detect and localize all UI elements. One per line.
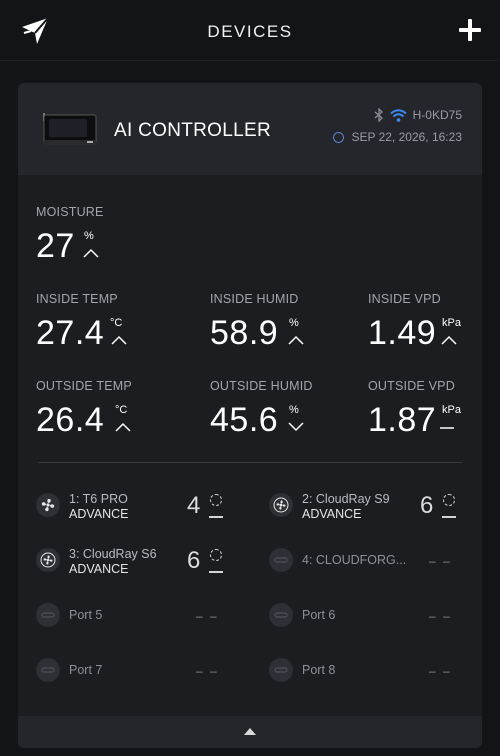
add-device-button[interactable] [459,19,481,41]
divider [38,462,462,463]
caret-up-icon [244,728,256,735]
moisture-value: 27 [36,227,75,265]
inside-temp-label: INSIDE TEMP [36,292,118,306]
trend-up-icon [111,335,127,345]
port-level: 4 [187,492,201,519]
inside-temp-unit: °C [110,317,123,329]
plug-icon [269,658,293,682]
page-title: DEVICES [207,22,293,41]
port-mode: ADVANCE [69,562,129,576]
device-name: AI CONTROLLER [114,120,271,141]
device-card-header[interactable]: AI CONTROLLER H-0KD75 SEP 22, 2026, 16:2… [18,83,482,175]
trend-up-icon [441,335,457,345]
port-6[interactable]: Port 6 – – [269,599,459,633]
outside-temp-unit: °C [115,404,128,416]
plug-icon [36,658,60,682]
port-name: 2: CloudRay S9 [302,492,390,506]
port-8[interactable]: Port 8 – – [269,654,459,688]
trend-up-icon [115,422,131,432]
port-empty-value: – – [429,664,452,678]
inside-humid-unit: % [289,317,299,329]
outside-vpd-label: OUTSIDE VPD [368,379,455,393]
port-mode: ADVANCE [302,507,362,521]
trend-up-icon [83,248,99,258]
inside-humid-label: INSIDE HUMID [210,292,299,306]
outside-temp-label: OUTSIDE TEMP [36,379,132,393]
port-2[interactable]: 2: CloudRay S9 ADVANCE 6 [269,489,459,523]
inside-humid-metric[interactable]: INSIDE HUMID 58.9 % [210,292,304,352]
port-7[interactable]: Port 7 – – [36,654,226,688]
status-ring-icon [333,131,345,143]
outside-humid-metric[interactable]: OUTSIDE HUMID 45.6 % [210,379,313,439]
level-underline [442,516,456,518]
trend-down-icon [288,422,304,432]
inside-vpd-metric[interactable]: INSIDE VPD 1.49 kPa [368,292,461,352]
inside-humid-value: 58.9 [210,314,279,352]
wifi-icon [389,108,407,122]
mode-indicator-icon [210,549,222,561]
port-name: Port 7 [69,663,103,677]
mode-indicator-icon [210,494,222,506]
port-level: 6 [187,547,201,574]
inside-temp-metric[interactable]: INSIDE TEMP 27.4 °C [36,292,127,352]
plug-icon [269,603,293,627]
outside-vpd-value: 1.87 [368,401,437,439]
moisture-unit: % [84,230,94,242]
fan-icon [36,493,60,517]
port-4[interactable]: 4: CLOUDFORG... – – [269,544,459,578]
plug-icon [36,603,60,627]
port-level: 6 [420,492,434,519]
port-name: 3: CloudRay S6 [69,547,157,561]
level-underline [209,516,223,518]
outside-temp-value: 26.4 [36,401,105,439]
trend-up-icon [288,335,304,345]
device-card[interactable]: AI CONTROLLER H-0KD75 SEP 22, 2026, 16:2… [18,83,482,748]
moisture-label: MOISTURE [36,205,104,219]
inside-vpd-value: 1.49 [368,314,437,352]
last-update: SEP 22, 2026, 16:23 [333,130,462,144]
port-name: 4: CLOUDFORG... [302,553,407,567]
port-empty-value: – – [429,609,452,623]
app-header: DEVICES [0,0,500,61]
outside-humid-label: OUTSIDE HUMID [210,379,313,393]
port-mode: ADVANCE [69,507,129,521]
outside-temp-metric[interactable]: OUTSIDE TEMP 26.4 °C [36,379,132,439]
port-1[interactable]: 1: T6 PRO ADVANCE 4 [36,489,226,523]
port-empty-value: – – [196,609,219,623]
outside-vpd-unit: kPa [442,404,461,416]
inside-vpd-label: INSIDE VPD [368,292,441,306]
inside-vpd-unit: kPa [442,317,461,329]
port-name: 1: T6 PRO [69,492,128,506]
fan-icon [36,548,60,572]
inside-temp-value: 27.4 [36,314,105,352]
outside-humid-value: 45.6 [210,401,279,439]
moisture-metric[interactable]: MOISTURE 27 % [36,205,104,265]
outside-vpd-metric[interactable]: OUTSIDE VPD 1.87 kPa [368,379,461,439]
controller-device-image [43,113,97,145]
outside-humid-unit: % [289,404,299,416]
connection-status: H-0KD75 [374,108,462,122]
collapse-button[interactable] [18,716,482,748]
port-name: Port 6 [302,608,336,622]
device-id: H-0KD75 [412,108,462,122]
fan-icon [269,493,293,517]
bluetooth-icon [374,108,383,122]
port-empty-value: – – [196,664,219,678]
port-empty-value: – – [429,554,452,568]
port-name: Port 8 [302,663,336,677]
level-underline [209,571,223,573]
mode-indicator-icon [443,494,455,506]
trend-flat-icon [440,427,454,429]
device-datetime: SEP 22, 2026, 16:23 [351,130,462,144]
plug-icon [269,548,293,572]
port-5[interactable]: Port 5 – – [36,599,226,633]
port-name: Port 5 [69,608,103,622]
port-3[interactable]: 3: CloudRay S6 ADVANCE 6 [36,544,226,578]
